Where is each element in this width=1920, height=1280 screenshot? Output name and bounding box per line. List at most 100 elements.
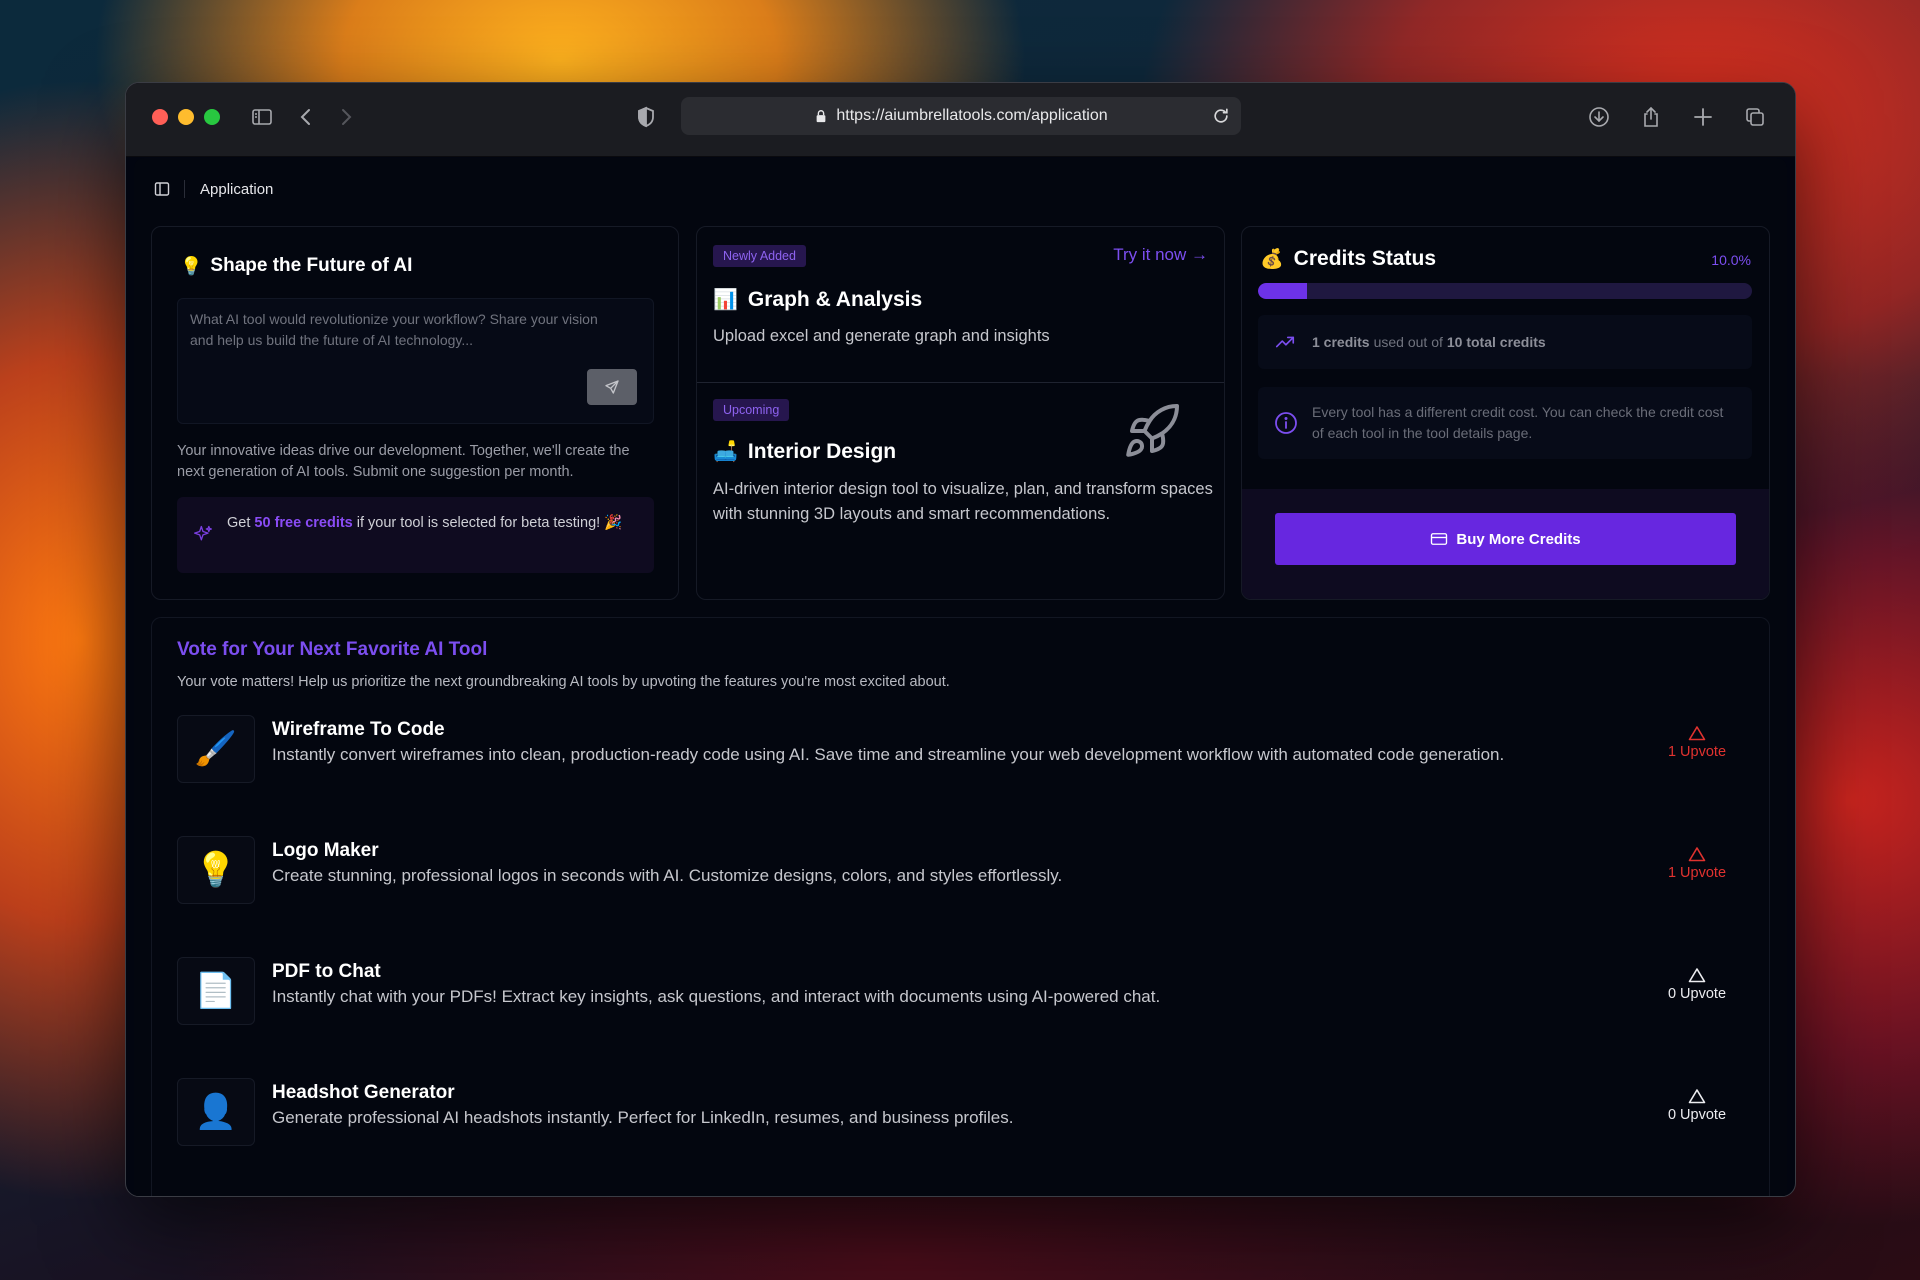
vote-item-wireframe-to-code: 🖌️ Wireframe To Code Instantly convert w… [177, 715, 1747, 787]
promo-text: Get 50 free credits if your tool is sele… [227, 513, 637, 534]
money-bag-icon: 💰 [1260, 249, 1284, 270]
credits-info-box: Every tool has a different credit cost. … [1258, 387, 1752, 459]
upvote-button[interactable]: 1 Upvote [1647, 846, 1747, 882]
credit-card-icon [1431, 533, 1448, 545]
credits-info-text: Every tool has a different credit cost. … [1312, 404, 1724, 441]
credits-footer: Buy More Credits [1242, 489, 1769, 599]
url-text: https://aiumbrellatools.com/application [836, 107, 1108, 124]
promo-suffix: if your tool is selected for beta testin… [352, 515, 623, 531]
vote-item-logo-maker: 💡 Logo Maker Create stunning, profession… [177, 836, 1747, 908]
credits-status-card: 💰 Credits Status 10.0% 1 credits used ou… [1241, 226, 1770, 600]
credits-title: 💰 Credits Status [1260, 247, 1436, 271]
vote-item-name: PDF to Chat [272, 961, 381, 982]
promo-highlight: 50 free credits [254, 515, 353, 531]
maximize-window-button[interactable] [204, 109, 220, 125]
trending-up-icon [1275, 336, 1295, 348]
upvote-count: 1 Upvote [1667, 865, 1727, 881]
featured-tools-card: Newly Added Try it now → 📊 Graph & Analy… [696, 226, 1225, 600]
upvote-triangle-icon [1688, 726, 1706, 741]
address-bar[interactable]: https://aiumbrellatools.com/application [681, 97, 1241, 135]
idea-card-description: Your innovative ideas drive our developm… [177, 443, 630, 480]
breadcrumb: Application [154, 180, 273, 198]
vote-item-headshot-generator: 👤 Headshot Generator Generate profession… [177, 1078, 1747, 1150]
sparkles-icon [194, 525, 212, 541]
buy-more-credits-button[interactable]: Buy More Credits [1275, 513, 1736, 565]
credits-percent: 10.0% [1711, 252, 1751, 268]
graph-analysis-description: Upload excel and generate graph and insi… [713, 327, 1050, 345]
vote-item-description: Instantly chat with your PDFs! Extract k… [272, 987, 1161, 1006]
vote-item-name: Headshot Generator [272, 1082, 455, 1103]
upvote-triangle-icon [1688, 1089, 1706, 1104]
vote-section: Vote for Your Next Favorite AI Tool Your… [151, 617, 1770, 1196]
close-window-button[interactable] [152, 109, 168, 125]
new-tab-plus-icon[interactable] [1688, 102, 1718, 132]
upvote-triangle-icon [1688, 968, 1706, 983]
sidebar-toggle-icon[interactable] [247, 102, 277, 132]
vote-subtitle: Your vote matters! Help us prioritize th… [177, 674, 950, 690]
buy-more-credits-label: Buy More Credits [1456, 530, 1581, 548]
interior-design-title: 🛋️ Interior Design [713, 439, 896, 464]
credits-used-row: 1 credits used out of 10 total credits [1258, 315, 1752, 369]
graph-analysis-title: 📊 Graph & Analysis [713, 287, 922, 312]
lock-icon [817, 110, 826, 123]
graph-analysis-title-text: Graph & Analysis [747, 287, 923, 311]
new-tool-section[interactable]: Newly Added Try it now → 📊 Graph & Analy… [697, 227, 1224, 383]
page-content: Application 💡 Shape the Future of AI Wha… [134, 158, 1787, 1196]
vote-item-name: Wireframe To Code [272, 719, 445, 740]
send-icon [605, 380, 619, 394]
upvote-count: 1 Upvote [1667, 744, 1727, 760]
breadcrumb-label: Application [200, 180, 274, 198]
back-arrow-icon[interactable] [291, 102, 321, 132]
upvote-button[interactable]: 0 Upvote [1647, 967, 1747, 1003]
send-idea-button[interactable] [587, 369, 637, 405]
couch-icon: 🛋️ [713, 441, 738, 463]
privacy-shield-icon[interactable] [631, 102, 661, 132]
download-icon[interactable] [1584, 102, 1614, 132]
idea-card-title: 💡 Shape the Future of AI [180, 255, 412, 277]
lightbulb-icon: 💡 [180, 255, 203, 276]
idea-suggestion-card: 💡 Shape the Future of AI What AI tool wo… [151, 226, 679, 600]
upcoming-badge: Upcoming [713, 399, 790, 421]
promo-prefix: Get [227, 515, 255, 531]
upvote-button[interactable]: 1 Upvote [1647, 725, 1747, 761]
reload-icon[interactable] [1211, 106, 1231, 126]
person-silhouette-icon: 👤 [177, 1078, 255, 1146]
vote-item-pdf-to-chat: 📄 PDF to Chat Instantly chat with your P… [177, 957, 1747, 1029]
bar-chart-icon: 📊 [713, 289, 738, 311]
info-icon [1275, 412, 1297, 434]
minimize-window-button[interactable] [178, 109, 194, 125]
upvote-button[interactable]: 0 Upvote [1647, 1088, 1747, 1124]
vote-item-name: Logo Maker [272, 840, 379, 861]
vote-item-description: Instantly convert wireframes into clean,… [272, 745, 1505, 764]
rocket-icon [1126, 403, 1179, 457]
credits-progress-bar [1258, 283, 1752, 299]
forward-arrow-icon[interactable] [331, 102, 361, 132]
newly-added-badge: Newly Added [713, 245, 806, 267]
idea-textarea-placeholder: What AI tool would revolutionize your wo… [190, 311, 598, 348]
upvote-count: 0 Upvote [1667, 986, 1727, 1002]
idea-textarea[interactable]: What AI tool would revolutionize your wo… [177, 298, 654, 424]
upvote-count: 0 Upvote [1667, 1107, 1727, 1123]
credits-progress-fill [1258, 283, 1308, 299]
sidebar-panel-icon[interactable] [154, 181, 170, 197]
interior-design-title-text: Interior Design [747, 439, 897, 463]
breadcrumb-divider [184, 180, 185, 198]
browser-window: https://aiumbrellatools.com/application … [125, 82, 1796, 1197]
credits-total: 10 total credits [1446, 334, 1546, 350]
vote-item-description: Generate professional AI headshots insta… [272, 1108, 1014, 1127]
interior-design-description: AI-driven interior design tool to visual… [713, 480, 1213, 523]
try-it-now-link[interactable]: Try it now → [1113, 245, 1208, 265]
share-icon[interactable] [1636, 102, 1666, 132]
paintbrush-icon: 🖌️ [177, 715, 255, 783]
credits-title-text: Credits Status [1293, 247, 1437, 270]
upvote-triangle-icon [1688, 847, 1706, 862]
credits-used-count: 1 credits [1312, 334, 1370, 350]
free-credits-promo: Get 50 free credits if your tool is sele… [177, 497, 654, 573]
vote-title: Vote for Your Next Favorite AI Tool [177, 639, 488, 660]
tab-overview-icon[interactable] [1740, 102, 1770, 132]
browser-toolbar: https://aiumbrellatools.com/application [126, 83, 1795, 157]
idea-card-title-text: Shape the Future of AI [210, 255, 413, 276]
vote-item-description: Create stunning, professional logos in s… [272, 866, 1063, 885]
lightbulb-icon: 💡 [177, 836, 255, 904]
document-icon: 📄 [177, 957, 255, 1025]
